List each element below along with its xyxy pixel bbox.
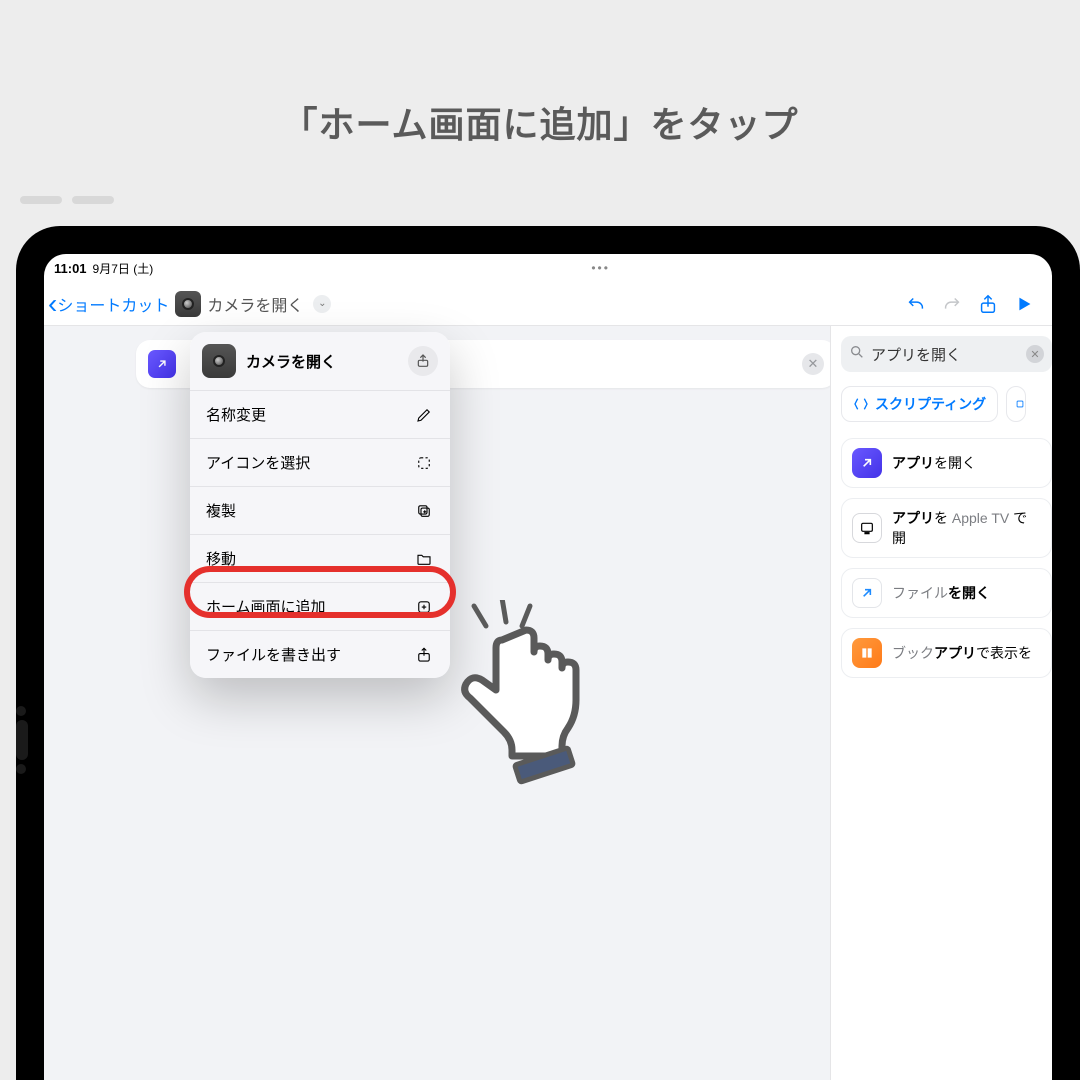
multitask-dots[interactable]: ••• (159, 261, 1042, 275)
menu-item-choose-icon[interactable]: アイコンを選択 (190, 438, 450, 486)
clear-search-button[interactable]: ✕ (1026, 345, 1044, 363)
status-date: 9月7日 (土) (93, 260, 154, 277)
ipad-frame: 11:01 9月7日 (土) ••• ‹ ショートカット カメラを開く ⌄ (16, 226, 1080, 1080)
run-button[interactable] (1006, 293, 1042, 315)
tap-hand-annotation (444, 600, 594, 780)
category-chip-scripting[interactable]: スクリプティング (841, 386, 998, 422)
share-button[interactable] (970, 293, 1006, 315)
chevron-left-icon: ‹ (48, 294, 57, 314)
status-bar: 11:01 9月7日 (土) ••• (44, 254, 1052, 282)
undo-button[interactable] (898, 293, 934, 315)
chevron-down-icon[interactable]: ⌄ (313, 295, 331, 313)
menu-item-label: アイコンを選択 (206, 452, 310, 473)
add-square-icon (414, 598, 434, 616)
menu-item-add-to-home[interactable]: ホーム画面に追加 (190, 582, 450, 630)
selection-icon (414, 454, 434, 472)
open-app-icon (148, 350, 176, 378)
export-icon (414, 646, 434, 664)
action-open-app[interactable]: アプリを開く (841, 438, 1052, 488)
action-label: ファイルを開く (892, 583, 990, 603)
redo-button[interactable] (934, 293, 970, 315)
folder-icon (414, 550, 434, 568)
action-open-appletv[interactable]: アプリを Apple TV で開 (841, 498, 1052, 558)
menu-item-rename[interactable]: 名称変更 (190, 390, 450, 438)
remove-action-button[interactable]: ✕ (802, 353, 824, 375)
share-mini-button[interactable] (408, 346, 438, 376)
action-open-file[interactable]: ファイルを開く (841, 568, 1052, 618)
action-open-books[interactable]: ブックアプリで表示を (841, 628, 1052, 678)
pencil-icon (414, 406, 434, 424)
search-query: アプリを開く (871, 344, 1020, 365)
camera-icon (175, 291, 201, 317)
actions-sidebar: アプリを開く ✕ スクリプティング (830, 326, 1052, 1080)
menu-item-export[interactable]: ファイルを書き出す (190, 630, 450, 678)
action-label: アプリを開く (892, 453, 976, 473)
toolbar: ‹ ショートカット カメラを開く ⌄ (44, 282, 1052, 326)
menu-item-label: ファイルを書き出す (206, 644, 341, 665)
menu-item-move[interactable]: 移動 (190, 534, 450, 582)
menu-item-label: ホーム画面に追加 (206, 596, 326, 617)
shortcut-name-label: カメラを開く (207, 292, 303, 316)
menu-item-duplicate[interactable]: 複製 (190, 486, 450, 534)
status-time: 11:01 (54, 261, 87, 276)
camera-icon (202, 344, 236, 378)
background-decoration (20, 196, 114, 204)
editor-canvas[interactable]: ✕ カメラを開く 名称変更 (44, 326, 830, 1080)
action-label: アプリを Apple TV で開 (892, 508, 1041, 548)
menu-item-label: 移動 (206, 548, 236, 569)
screen: 11:01 9月7日 (土) ••• ‹ ショートカット カメラを開く ⌄ (44, 254, 1052, 1080)
category-chip-partial[interactable] (1006, 386, 1026, 422)
search-field[interactable]: アプリを開く ✕ (841, 336, 1052, 372)
instruction-title: 「ホーム画面に追加」をタップ (0, 96, 1080, 148)
context-menu: カメラを開く 名称変更 アイコンを選択 (190, 332, 450, 678)
shortcut-title[interactable]: カメラを開く ⌄ (175, 291, 331, 317)
menu-item-label: 複製 (206, 500, 236, 521)
back-label: ショートカット (57, 292, 169, 316)
context-menu-title: カメラを開く (246, 351, 336, 372)
menu-item-label: 名称変更 (206, 404, 266, 425)
search-icon (849, 344, 865, 364)
action-label: ブックアプリで表示を (892, 643, 1032, 663)
duplicate-icon (414, 502, 434, 520)
chip-label: スクリプティング (875, 394, 986, 414)
context-menu-header: カメラを開く (190, 332, 450, 390)
back-button[interactable]: ‹ ショートカット (48, 292, 169, 316)
